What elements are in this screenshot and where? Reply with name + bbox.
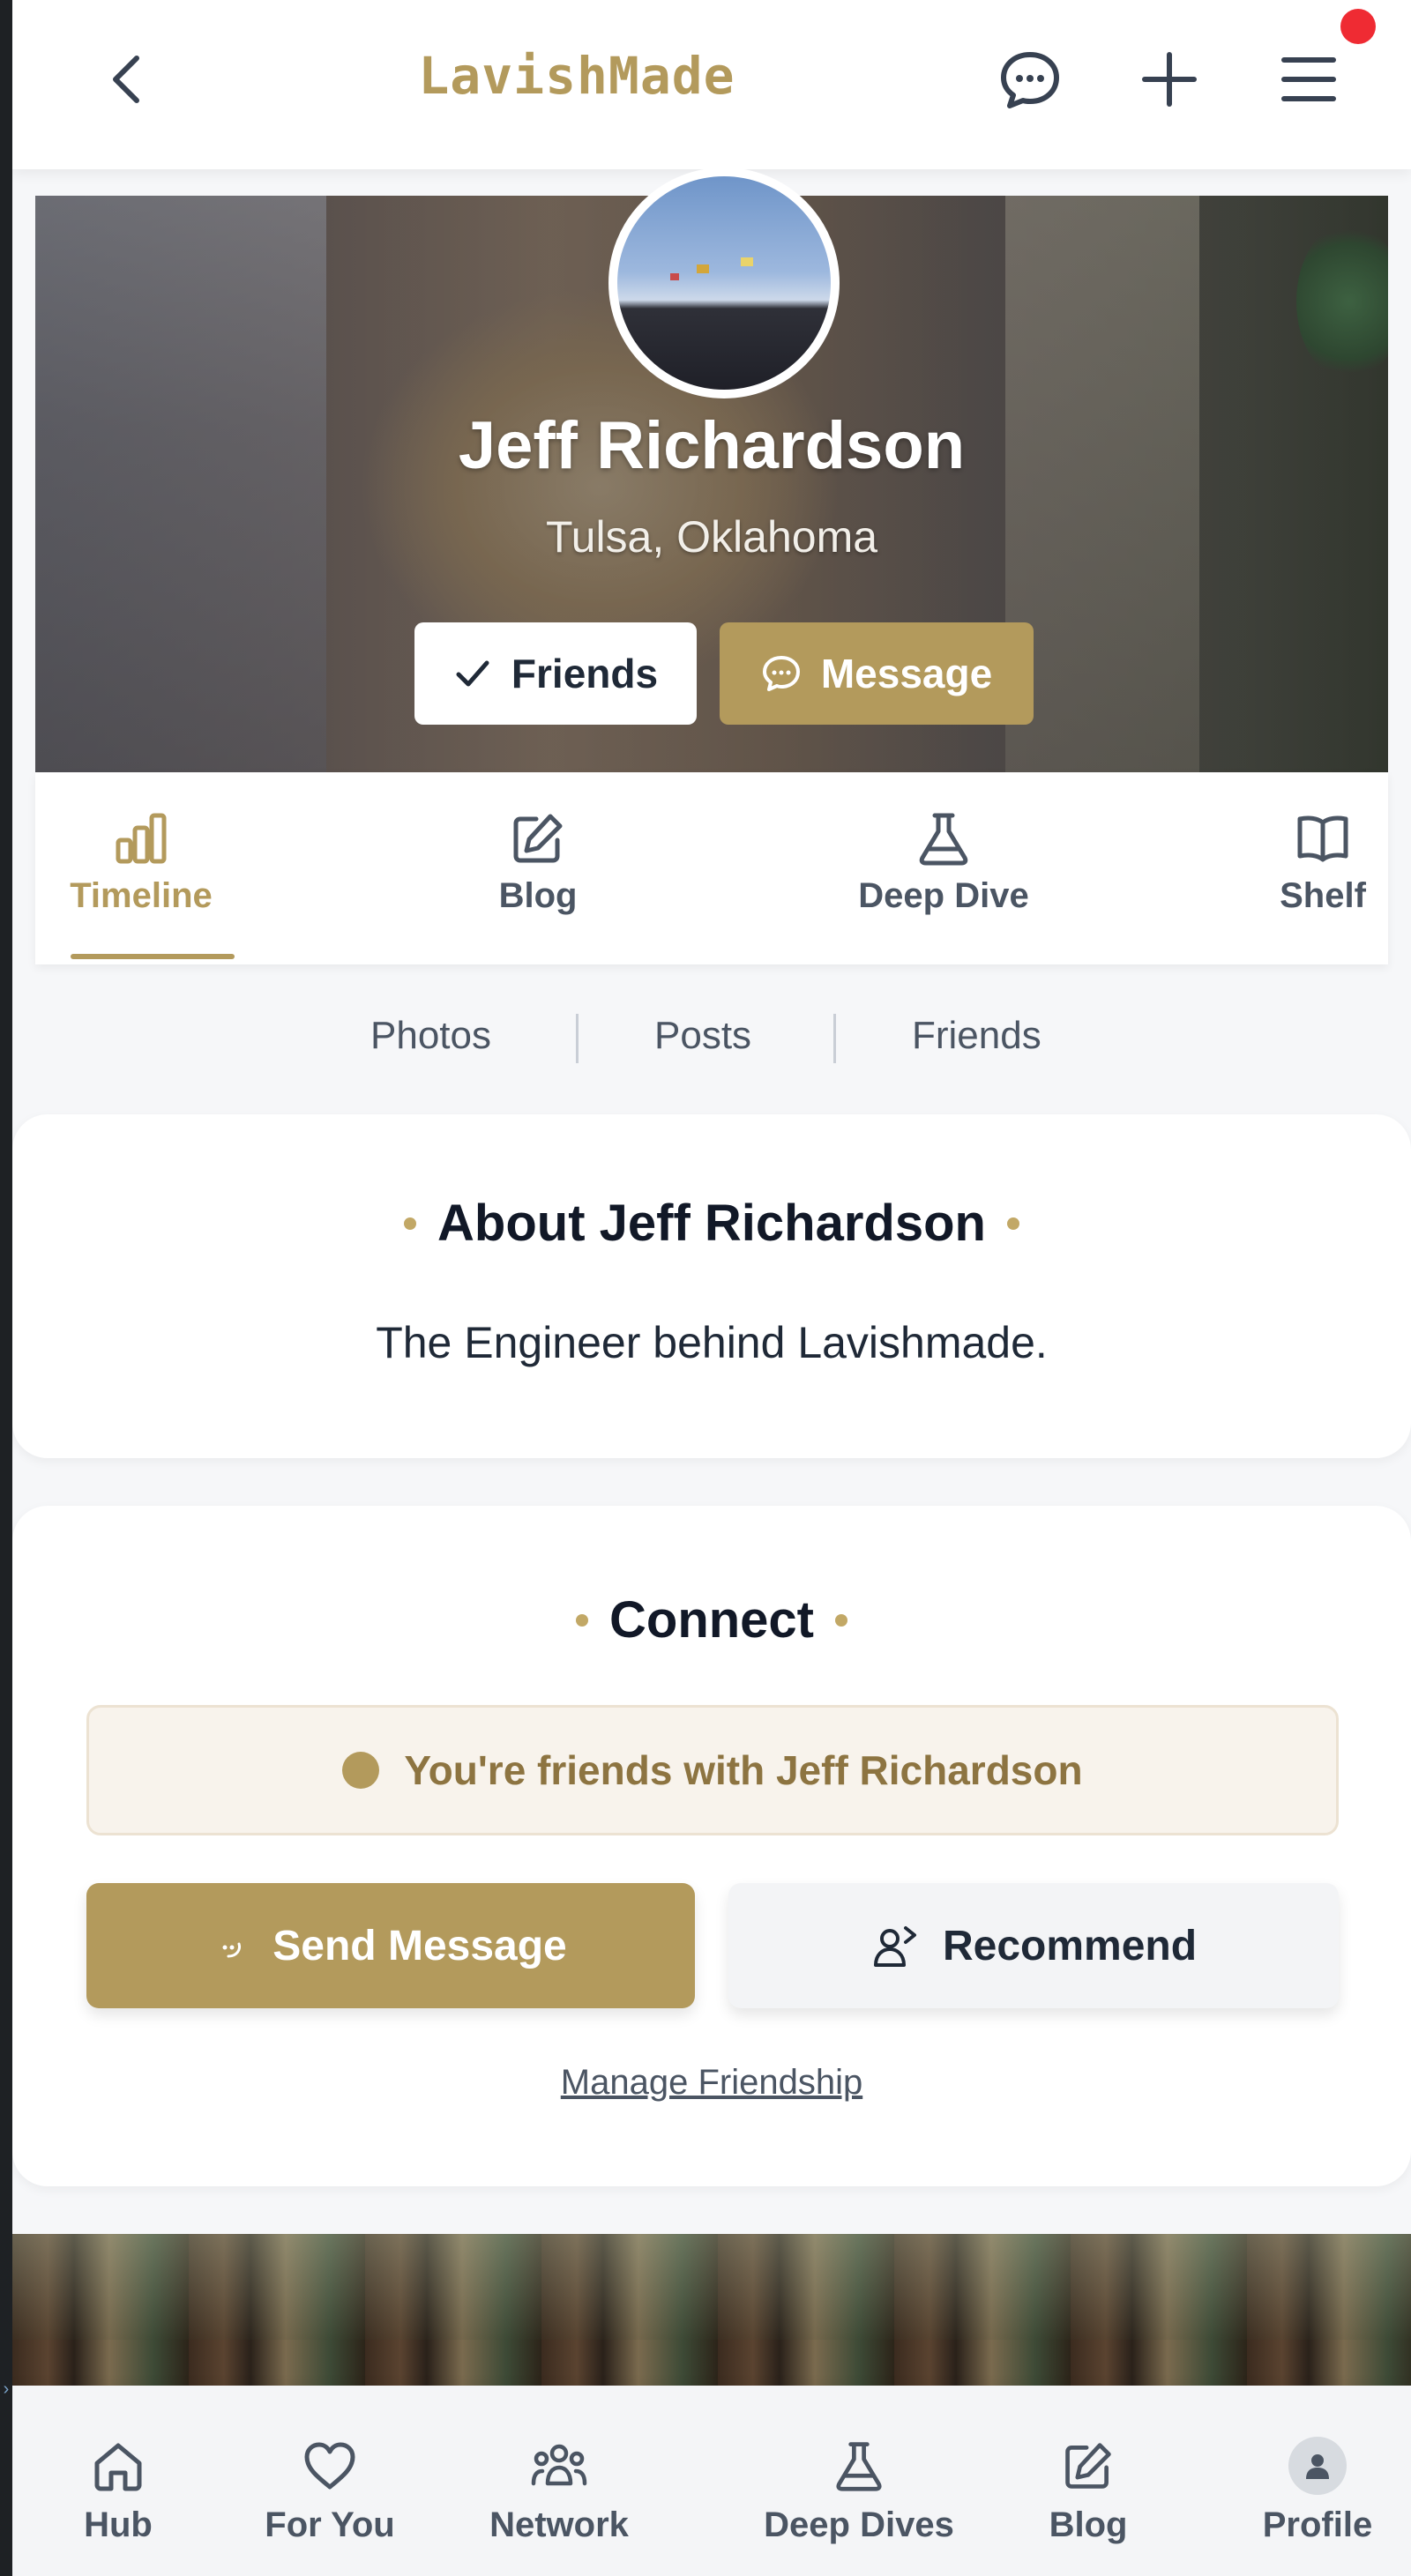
cover-photo-plant [1296, 222, 1388, 381]
about-title-text: About Jeff Richardson [437, 1195, 986, 1252]
brand-logo[interactable]: LavishMade [330, 46, 824, 106]
chat-icon [762, 656, 800, 691]
post-cover-image[interactable] [12, 2234, 1411, 2393]
tab-blog[interactable]: Blog [450, 808, 626, 931]
nav-label: Deep Dives [764, 2505, 954, 2544]
back-chevron-icon [113, 56, 139, 103]
book-icon [1297, 815, 1348, 862]
nav-label: For You [265, 2505, 395, 2544]
create-button[interactable] [1134, 44, 1205, 115]
about-text: The Engineer behind Lavishmade. [376, 1318, 1048, 1367]
tab-shelf[interactable]: Shelf [1261, 808, 1385, 931]
about-card: About Jeff Richardson The Engineer behin… [12, 1114, 1411, 1458]
bottom-navigation: Hub For You Network Deep Dives Blog Prof… [12, 2386, 1411, 2576]
status-dot [342, 1752, 380, 1789]
tab-timeline[interactable]: Timeline [53, 808, 229, 931]
flask-icon [919, 813, 968, 866]
manage-friendship-link[interactable]: Manage Friendship [12, 2063, 1411, 2103]
notification-badge [1340, 9, 1376, 44]
avatar-detail [697, 264, 709, 273]
flask-icon [836, 2442, 882, 2491]
send-message-label: Send Message [272, 1922, 567, 1969]
connect-title-text: Connect [609, 1591, 814, 1649]
subnav-photos[interactable]: Photos [370, 1014, 491, 1058]
menu-icon [1281, 57, 1336, 101]
nav-network[interactable]: Network [471, 2435, 647, 2545]
title-dot [835, 1613, 847, 1627]
nav-for-you[interactable]: For You [242, 2435, 418, 2545]
friends-button[interactable]: Friends [414, 622, 697, 725]
avatar-detail [741, 257, 753, 266]
app-root: LavishMade Jeff Richardson Tulsa, Oklaho… [12, 0, 1411, 2576]
users-icon [531, 2444, 587, 2486]
chat-bubble-icon [222, 1942, 242, 1958]
message-button[interactable]: Message [720, 622, 1034, 725]
friends-button-label: Friends [511, 651, 659, 696]
subnav-divider [576, 1014, 579, 1063]
active-tab-indicator [71, 954, 235, 959]
recommend-label: Recommend [942, 1922, 1198, 1969]
top-bar: LavishMade [12, 0, 1411, 169]
nav-label: Hub [84, 2505, 153, 2544]
tab-label: Blog [498, 876, 578, 915]
bar-chart-icon [116, 813, 167, 864]
user-icon [1306, 2454, 1329, 2479]
nav-label: Profile [1262, 2505, 1373, 2544]
subnav-friends[interactable]: Friends [912, 1014, 1041, 1058]
title-dot [576, 1613, 588, 1627]
edit-icon [1065, 2443, 1111, 2489]
chat-button[interactable] [995, 44, 1065, 115]
nav-blog[interactable]: Blog [1027, 2435, 1150, 2545]
profile-name: Jeff Richardson [458, 408, 966, 483]
profile-avatar-placeholder [1288, 2437, 1347, 2495]
cover-photo-door [1005, 196, 1199, 772]
chat-icon [1001, 52, 1059, 108]
home-icon [94, 2443, 142, 2491]
tab-deep-dive[interactable]: Deep Dive [811, 808, 1076, 931]
tab-label: Deep Dive [858, 876, 1029, 915]
chevron-right-icon: › [3, 2379, 10, 2399]
title-dot [404, 1217, 417, 1230]
heart-icon [304, 2442, 355, 2490]
back-button[interactable] [92, 44, 162, 115]
avatar[interactable] [608, 168, 840, 398]
subnav-divider [833, 1014, 836, 1063]
avatar-detail [670, 273, 679, 280]
nav-profile[interactable]: Profile [1229, 2435, 1406, 2545]
cover-photo-shelf [35, 196, 326, 772]
menu-button[interactable] [1273, 44, 1344, 115]
edit-icon [513, 814, 563, 863]
nav-hub[interactable]: Hub [48, 2435, 189, 2545]
nav-deep-dives[interactable]: Deep Dives [735, 2435, 982, 2545]
connect-card: Connect You're friends with Jeff Richard… [12, 1506, 1411, 2186]
cover-photo-canopy [12, 2234, 1411, 2340]
about-title: About Jeff Richardson [12, 1194, 1411, 1253]
nav-label: Blog [1049, 2505, 1128, 2544]
profile-tabs: Timeline Blog Deep Dive Shelf [35, 772, 1388, 964]
user-share-icon [873, 1926, 916, 1967]
title-dot [1006, 1217, 1019, 1230]
recommend-button[interactable]: Recommend [728, 1883, 1339, 2008]
subnav-posts[interactable]: Posts [654, 1014, 751, 1058]
friendship-status: You're friends with Jeff Richardson [86, 1705, 1339, 1835]
message-button-label: Message [820, 651, 993, 696]
profile-location: Tulsa, Oklahoma [545, 512, 878, 562]
window-edge: › [0, 0, 12, 2576]
tab-label: Shelf [1280, 876, 1366, 915]
check-icon [456, 660, 489, 687]
plus-icon [1142, 52, 1197, 107]
tab-label: Timeline [70, 876, 213, 915]
friendship-status-text: You're friends with Jeff Richardson [404, 1747, 1083, 1793]
nav-label: Network [489, 2505, 629, 2544]
profile-subnav: Photos Posts Friends [12, 1005, 1411, 1076]
connect-title: Connect [12, 1590, 1411, 1649]
send-message-button[interactable]: Send Message [86, 1883, 695, 2008]
